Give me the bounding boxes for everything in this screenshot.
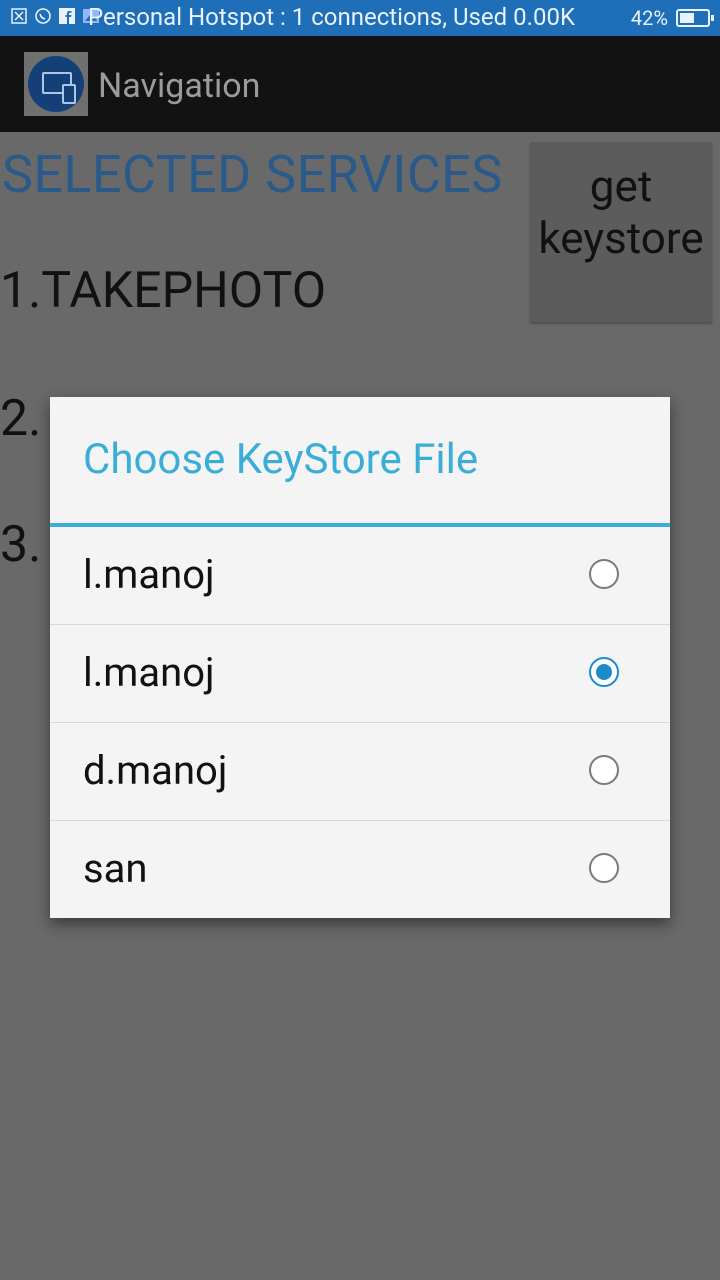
selected-services-heading: SELECTED SERVICES	[2, 144, 503, 205]
close-box-icon	[10, 7, 28, 25]
status-bar: Personal Hotspot : 1 connections, Used 0…	[0, 0, 720, 36]
service-item-2: 2.	[0, 390, 42, 448]
app-bar: Navigation	[0, 36, 720, 132]
option-label: d.manoj	[83, 747, 228, 794]
facebook-icon	[58, 7, 76, 25]
keystore-option-4[interactable]: san	[50, 821, 670, 919]
radio-button-checked[interactable]	[589, 657, 619, 687]
app-title: Navigation	[98, 66, 261, 106]
dialog-title: Choose KeyStore File	[83, 435, 479, 484]
hotspot-status-text: Personal Hotspot : 1 connections, Used 0…	[88, 3, 575, 31]
option-label: l.manoj	[83, 649, 215, 696]
whatsapp-icon	[34, 7, 52, 25]
radio-button-unchecked[interactable]	[589, 853, 619, 883]
radio-button-unchecked[interactable]	[589, 755, 619, 785]
keystore-option-3[interactable]: d.manoj	[50, 723, 670, 821]
service-item-3: 3.	[0, 516, 42, 574]
notification-icons	[10, 7, 100, 25]
keystore-option-2[interactable]: l.manoj	[50, 625, 670, 723]
battery-percent: 42%	[630, 6, 668, 30]
battery-icon	[676, 9, 714, 27]
option-label: san	[83, 845, 148, 892]
option-label: l.manoj	[83, 551, 215, 598]
service-item-1: 1.TAKEPHOTO	[0, 262, 327, 320]
radio-button-unchecked[interactable]	[589, 559, 619, 589]
get-keystore-button[interactable]: get keystore	[530, 142, 712, 322]
choose-keystore-dialog: Choose KeyStore File l.manoj l.manoj d.m…	[50, 397, 670, 918]
keystore-option-1[interactable]: l.manoj	[50, 527, 670, 625]
status-right: 42%	[630, 6, 714, 30]
app-logo-icon	[24, 52, 88, 116]
